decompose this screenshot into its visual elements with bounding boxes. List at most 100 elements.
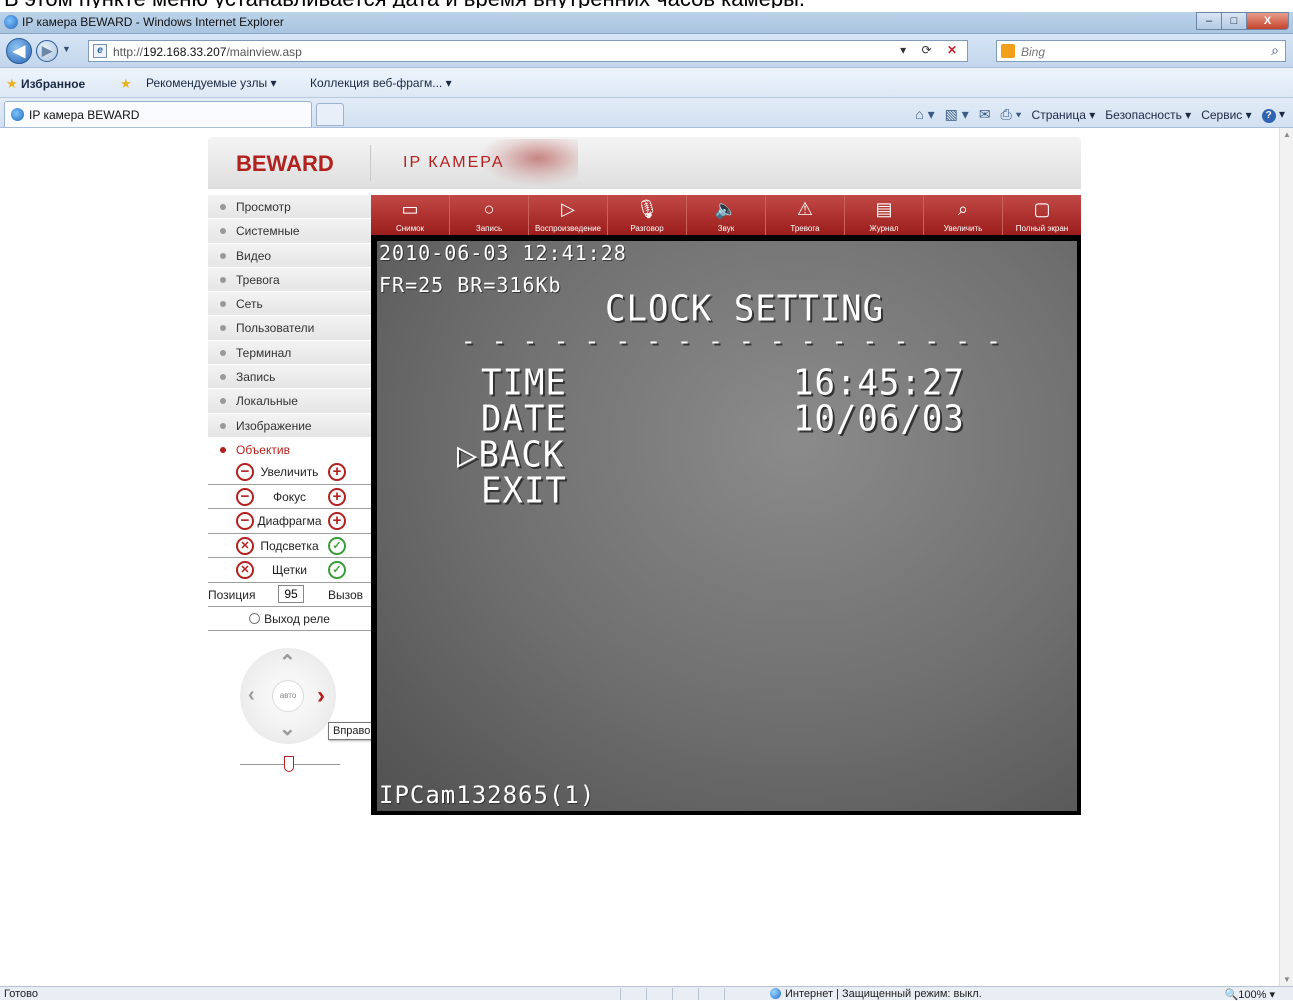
menu-item-terminal[interactable]: Терминал [208,340,371,366]
toolbar-record[interactable]: ○ Запись [450,195,529,235]
menu-item-local[interactable]: Локальные [208,389,371,414]
ptz-down-icon[interactable]: ⌄ [279,716,296,741]
status-divider [724,988,725,1000]
video-frame[interactable]: 2010-06-03 12:41:28 FR=25 BR=316Kb CLOCK… [371,235,1081,815]
maximize-button[interactable]: □ [1221,12,1247,30]
position-label: Позиция [208,587,256,602]
menu-item-record[interactable]: Запись [208,365,371,390]
bullet-icon [220,349,226,356]
menu-item-view[interactable]: Просмотр [208,195,371,220]
url-text[interactable]: http://192.168.33.207/mainview.asp [113,45,302,59]
minimize-button[interactable]: – [1196,12,1222,30]
backlight-on-icon[interactable]: ✓ [328,536,346,555]
toolbar-playback[interactable]: ▷ Воспроизведение [529,195,608,235]
suggested-sites-link[interactable]: Рекомендуемые узлы ▾ [146,76,277,90]
settings-menu: Просмотр Системные Видео Тревога Сеть По… [208,195,371,463]
window-controls: – □ X [1196,12,1289,31]
window-title: IP камера BEWARD - Windows Internet Expl… [22,15,284,29]
record-icon: ○ [483,199,495,219]
search-icon[interactable]: ⌕ [1271,42,1279,59]
security-zone[interactable]: Интернет | Защищенный режим: выкл. [770,988,982,1000]
play-icon: ▷ [561,199,575,219]
ptz-up-icon[interactable]: ⌃ [279,650,296,675]
menu-item-video[interactable]: Видео [208,243,371,268]
scroll-down-icon[interactable]: ▼ [1283,975,1291,984]
relay-row[interactable]: Выход реле [208,607,371,631]
focus-plus-icon[interactable]: + [328,487,346,506]
menu-item-network[interactable]: Сеть [208,292,371,317]
relay-radio[interactable] [249,612,261,624]
osd-divider: - - - - - - - - - - - - - - - - - - [461,326,1002,356]
title-bar: IP камера BEWARD - Windows Internet Expl… [0,12,1293,34]
iris-label: Диафрагма [257,514,322,528]
status-divider [698,988,699,1000]
vertical-scrollbar[interactable]: ▲ ▼ [1279,128,1293,986]
help-button[interactable]: ? ▾ [1261,107,1285,123]
status-divider [620,988,621,1000]
new-tab-button[interactable] [316,103,344,126]
forward-button[interactable]: ▶ [36,40,58,62]
ptz-right-icon[interactable]: › [317,682,325,710]
backlight-label: Подсветка [260,538,319,553]
speed-slider-thumb[interactable] [284,756,294,772]
toolbar-snapshot[interactable]: ▭ Снимок [371,195,450,235]
refresh-icon[interactable]: ⟳ [922,43,938,57]
safety-menu[interactable]: Безопасность ▾ [1105,108,1191,122]
banner-divider [370,145,371,181]
bullet-icon [220,276,226,283]
header-banner: BEWARD IP КАМЕРА [208,137,1081,189]
url-dropdown-icon[interactable]: ▾ [900,43,912,57]
focus-row: − Фокус + [208,485,371,509]
video-toolbar: ▭ Снимок ○ Запись ▷ Воспроизведение 🎙 Разгов… [371,195,1081,235]
position-input[interactable] [278,584,304,603]
backlight-row: ✕ Подсветка ✓ [208,534,371,558]
command-bar: ⌂ ▾ ▧ ▾ ✉ ⎙ ▾ Страница ▾ Безопасность ▾ … [915,106,1285,123]
menu-item-lens[interactable]: Объектив [208,437,371,463]
history-dropdown-icon[interactable]: ▼ [62,44,71,54]
bullet-icon [220,204,226,210]
wiper-on-icon[interactable]: ✓ [328,561,346,579]
ptz-left-icon[interactable]: ‹ [248,684,255,707]
iris-plus-icon[interactable]: + [328,512,346,530]
back-button[interactable]: ◀ [6,38,32,64]
menu-item-alarm[interactable]: Тревога [208,267,371,293]
toolbar-log[interactable]: ▤ Журнал [845,195,924,235]
tab-title: IP камера BEWARD [29,108,140,122]
toolbar-sound[interactable]: 🔈 Звук [687,195,766,235]
menu-item-users[interactable]: Пользователи [208,316,371,341]
print-icon[interactable]: ⎙ ▾ [1001,106,1022,123]
toolbar-fullscreen[interactable]: ▢ Полный экран [1003,195,1081,235]
web-slice-gallery-link[interactable]: Коллекция веб-фрагм... ▾ [310,76,452,90]
toolbar-alarm[interactable]: ⚠ Тревога [766,195,845,235]
home-icon[interactable]: ⌂ ▾ [915,106,934,123]
osd-exit-item: EXIT [481,470,567,512]
search-field[interactable]: Bing ⌕ [996,40,1286,62]
tab-beward[interactable]: IP камера BEWARD [4,101,312,127]
globe-icon [770,988,781,999]
url-field[interactable]: e http://192.168.33.207/mainview.asp ▾ ⟳… [88,40,968,62]
mail-icon[interactable]: ✉ [979,106,991,123]
ptz-auto-button[interactable]: авто [272,680,304,712]
tab-bar: IP камера BEWARD ⌂ ▾ ▧ ▾ ✉ ⎙ ▾ Страница … [0,98,1293,128]
close-button[interactable]: X [1246,12,1289,30]
call-button[interactable]: Вызов [328,588,363,602]
zoom-label: Увеличить [260,465,319,479]
toolbar-zoom[interactable]: ⌕ Увеличить [924,195,1003,235]
toolbar-talk[interactable]: 🎙 Разговор [608,195,687,235]
relay-label: Выход реле [264,611,330,626]
magnifier-icon: ⌕ [957,199,969,219]
scroll-up-icon[interactable]: ▲ [1283,130,1291,139]
add-favorite-icon[interactable]: ★ [120,76,132,92]
microphone-icon: 🎙 [635,199,659,219]
tools-menu[interactable]: Сервис ▾ [1201,108,1251,122]
favorites-button[interactable]: ★ Избранное [6,76,85,92]
page-menu[interactable]: Страница ▾ [1032,108,1096,122]
status-divider [672,988,673,1000]
zoom-level[interactable]: 🔍100% ▾ [1225,988,1275,1001]
zoom-in-icon[interactable]: + [328,463,346,481]
menu-item-system[interactable]: Системные [208,219,371,244]
menu-item-image[interactable]: Изображение [208,413,371,438]
osd-datetime: 2010-06-03 12:41:28 [379,241,627,265]
feeds-icon[interactable]: ▧ ▾ [945,106,969,123]
stop-icon[interactable]: ✕ [947,43,963,57]
